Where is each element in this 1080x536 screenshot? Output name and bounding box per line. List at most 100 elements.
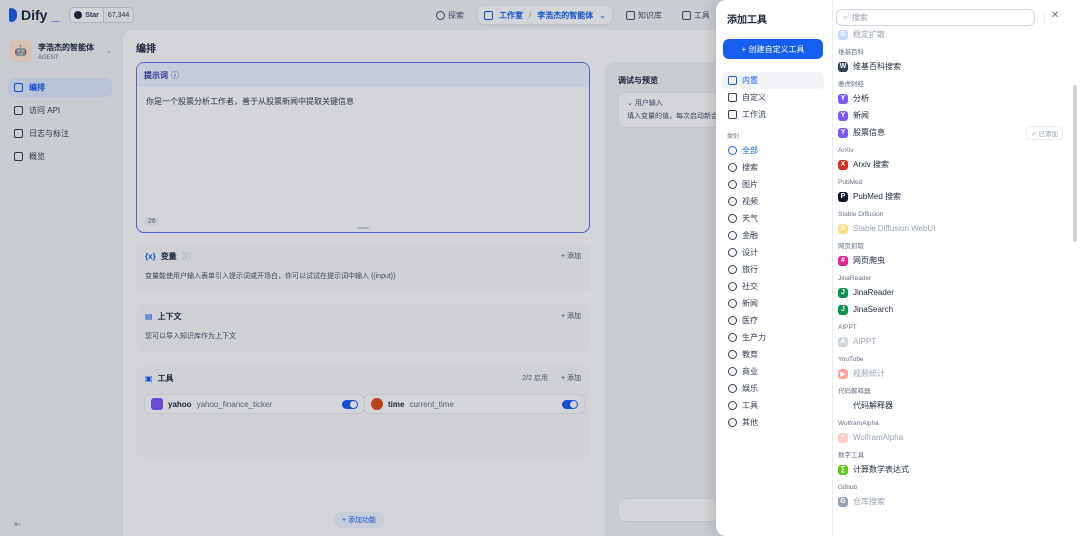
tool-list-item[interactable]: G 仓库搜索 xyxy=(838,493,1063,510)
tool-list-item[interactable]: ∑ 计算数学表达式 xyxy=(838,461,1063,478)
category-weather[interactable]: 天气 xyxy=(721,210,824,227)
tool-item-name: JinaSearch xyxy=(853,305,894,314)
category-tool[interactable]: 工具 xyxy=(721,397,824,414)
tool-provider-icon: W xyxy=(838,61,848,72)
other-icon xyxy=(728,418,737,427)
provider-label: PubMed xyxy=(838,179,863,186)
search-input[interactable]: ○ 搜索 xyxy=(836,9,1035,26)
provider-label: WolframAlpha xyxy=(838,420,879,427)
tool-provider-icon: Y xyxy=(838,93,848,104)
business-icon xyxy=(728,367,737,376)
productivity-icon xyxy=(728,333,737,342)
provider-label: Github xyxy=(838,484,858,491)
category-label: 类别 xyxy=(727,134,740,140)
tool-type-workflow[interactable]: 工作流 xyxy=(721,106,824,123)
tool-list-item[interactable]: 代码解释器 xyxy=(838,397,1063,414)
news-icon xyxy=(728,299,737,308)
image-icon xyxy=(728,180,737,189)
tool-list-item[interactable]: W 维基百科搜索 xyxy=(838,58,1063,75)
provider-label: YouTube xyxy=(838,356,864,363)
tool-item-name: 代码解释器 xyxy=(853,401,893,410)
tool-list-item[interactable]: * WolframAlpha xyxy=(838,429,1063,446)
category-finance[interactable]: 金融 xyxy=(721,227,824,244)
category-other[interactable]: 其他 xyxy=(721,414,824,431)
tool-type-label: 内置 xyxy=(742,76,758,85)
provider-label: 网页抓取 xyxy=(838,243,864,250)
tool-list-item[interactable]: A AIPPT xyxy=(838,333,1063,350)
tool-provider-icon: Y xyxy=(838,127,848,138)
category-business[interactable]: 商业 xyxy=(721,363,824,380)
tool-list-item[interactable]: ▶ 视频统计 xyxy=(838,365,1063,382)
tool-provider-icon: ▶ xyxy=(838,368,848,379)
category-image[interactable]: 图片 xyxy=(721,176,824,193)
grid-icon xyxy=(728,146,737,155)
category-entertainment[interactable]: 娱乐 xyxy=(721,380,824,397)
category-item-label: 图片 xyxy=(742,180,758,189)
medical-icon xyxy=(728,316,737,325)
tool-item-name: 仓库搜索 xyxy=(853,497,885,506)
category-news[interactable]: 新闻 xyxy=(721,295,824,312)
category-item-label: 全部 xyxy=(742,146,758,155)
category-social[interactable]: 社交 xyxy=(721,278,824,295)
category-video[interactable]: 视频 xyxy=(721,193,824,210)
tool-list-item[interactable]: Y 股票信息 ✓ 已添加 xyxy=(838,124,1063,141)
category-item-label: 设计 xyxy=(742,248,758,257)
tool-provider-icon: * xyxy=(838,432,848,443)
close-icon[interactable]: ✕ xyxy=(1051,10,1059,21)
tool-list-item[interactable]: Y 新闻 xyxy=(838,107,1063,124)
weather-icon xyxy=(728,214,737,223)
provider-label: JinaReader xyxy=(838,275,872,282)
tool-list-item[interactable]: S Stable Diffusion WebUI xyxy=(838,220,1063,237)
tool-provider-icon: P xyxy=(838,191,848,202)
category-list: 全部搜索图片视频天气金融设计旅行 社交 新闻 医疗生产力教育商业娱乐工具 其他 xyxy=(716,142,832,431)
category-item-label: 生产力 xyxy=(742,333,766,342)
tool-type-custom[interactable]: 自定义 xyxy=(721,89,824,106)
tool-filter-pane: 添加工具 + 创建自定义工具 内置 自定义 工作流 类别 全部 搜索 图片 视频 天气 金融设… xyxy=(716,0,833,536)
finance-icon xyxy=(728,231,737,240)
tool-item-name: 视频统计 xyxy=(853,369,885,378)
category-grid[interactable]: 全部 xyxy=(721,142,824,159)
create-button-label: + 创建自定义工具 xyxy=(741,44,805,54)
tool-provider-icon: A xyxy=(838,336,848,347)
category-search[interactable]: 搜索 xyxy=(721,159,824,176)
tool-provider-icon: J xyxy=(838,287,848,298)
tool-icon xyxy=(728,401,737,410)
create-custom-tool-button[interactable]: + 创建自定义工具 xyxy=(723,39,823,59)
tool-list-item[interactable]: X Arxiv 搜索 xyxy=(838,156,1063,173)
tool-provider-icon: G xyxy=(838,496,848,507)
entertainment-icon xyxy=(728,384,737,393)
tool-item-name: 稳定扩散 xyxy=(853,30,885,39)
social-icon xyxy=(728,282,737,291)
category-item-label: 教育 xyxy=(742,350,758,359)
tool-list-item[interactable]: P PubMed 搜索 xyxy=(838,188,1063,205)
tool-item-name: AIPPT xyxy=(853,337,877,346)
provider-label: Stable Diffusion xyxy=(838,211,884,218)
category-design[interactable]: 设计 xyxy=(721,244,824,261)
tool-provider-icon: J xyxy=(838,304,848,315)
category-travel[interactable]: 旅行 xyxy=(721,261,824,278)
tool-type-label: 自定义 xyxy=(742,93,766,102)
builtin-icon xyxy=(728,76,737,85)
tool-item-name: 股票信息 xyxy=(853,128,885,137)
tool-list-item[interactable]: # 网页爬虫 xyxy=(838,252,1063,269)
provider-label: 数字工具 xyxy=(838,452,864,459)
category-item-label: 视频 xyxy=(742,197,758,206)
category-item-label: 天气 xyxy=(742,214,758,223)
category-item-label: 搜索 xyxy=(742,163,758,172)
tool-type-list: 内置自定义工作流 xyxy=(716,72,832,123)
category-item-label: 娱乐 xyxy=(742,384,758,393)
divider xyxy=(1044,12,1045,23)
tool-list-item[interactable]: J JinaReader xyxy=(838,284,1063,301)
scrollbar[interactable] xyxy=(1073,85,1077,242)
tool-list-item[interactable]: J JinaSearch xyxy=(838,301,1063,318)
tool-list-pane: ○ 搜索 ✕ S 稳定扩散 维基百科 W 维基百科搜索 雅虎财经 Y 分析 Y 新闻 Y 股票信息 ✓ 已… xyxy=(833,0,1080,536)
provider-label: 维基百科 xyxy=(838,49,864,56)
tool-type-builtin[interactable]: 内置 xyxy=(721,72,824,89)
category-item-label: 金融 xyxy=(742,231,758,240)
category-productivity[interactable]: 生产力 xyxy=(721,329,824,346)
category-medical[interactable]: 医疗 xyxy=(721,312,824,329)
tool-list-item[interactable]: Y 分析 xyxy=(838,90,1063,107)
video-icon xyxy=(728,197,737,206)
tool-list-item[interactable]: S 稳定扩散 xyxy=(838,26,1063,43)
category-education[interactable]: 教育 xyxy=(721,346,824,363)
